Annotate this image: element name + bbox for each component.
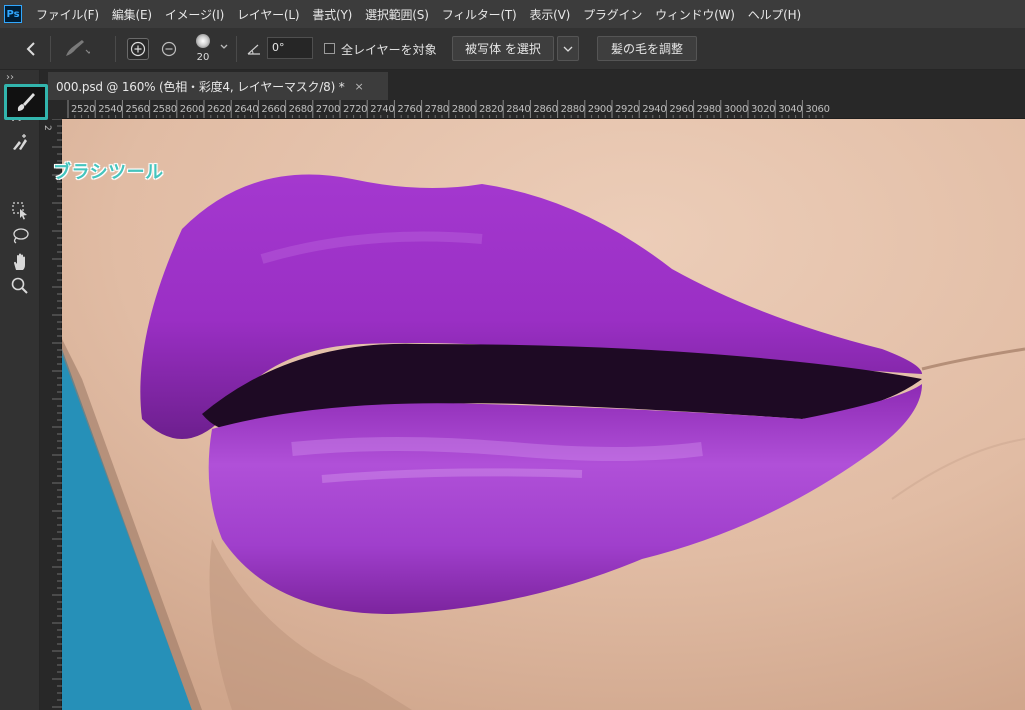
- ruler-tick-label: 2720: [343, 104, 368, 115]
- ruler-tick-label: 2800: [451, 104, 477, 115]
- vertical-ruler: 2: [40, 119, 62, 710]
- brush-icon: [17, 93, 35, 111]
- ruler-tick-label: 2620: [207, 104, 232, 115]
- horizontal-ruler: 2520 2540 2560 2580 2600 2620 2640 2660 2680 2700…: [62, 100, 1025, 119]
- ruler-tick-label: 2580: [152, 104, 178, 115]
- lips-photo: [62, 119, 1025, 710]
- menu-item-1[interactable]: 編集(E): [112, 6, 152, 23]
- ruler-tick-label: 2540: [98, 104, 123, 115]
- document-tab-title: 000.psd @ 160% (色相・彩度4, レイヤーマスク/8) *: [56, 79, 345, 94]
- brush-size-value: 20: [196, 52, 210, 63]
- tools-panel: ››: [0, 70, 40, 710]
- document-tab[interactable]: 000.psd @ 160% (色相・彩度4, レイヤーマスク/8) * ×: [48, 72, 388, 100]
- menu-item-8[interactable]: プラグイン: [583, 6, 642, 23]
- ruler-tick-label: 2700: [315, 104, 341, 115]
- ruler-tick-label: 2900: [587, 104, 613, 115]
- menu-item-10[interactable]: ヘルプ(H): [748, 6, 801, 23]
- photoshop-logo: Ps: [4, 5, 22, 23]
- ruler-tick-label: 2940: [642, 104, 667, 115]
- close-icon[interactable]: ×: [355, 80, 364, 93]
- lasso-icon[interactable]: [8, 224, 32, 248]
- menu-bar: Ps ファイル(F) 編集(E) イメージ(I) レイヤー(L) 書式(Y) 選択範囲(S…: [0, 0, 1025, 28]
- menu-item-3[interactable]: レイヤー(L): [237, 6, 299, 23]
- brush-size-picker[interactable]: 20: [190, 32, 216, 66]
- ruler-tick-label: 2600: [179, 104, 205, 115]
- menu-items: ファイル(F) 編集(E) イメージ(I) レイヤー(L) 書式(Y) 選択範囲(S) フィ…: [36, 6, 814, 23]
- circle-minus-icon: [161, 41, 177, 57]
- collapse-icon[interactable]: ››: [6, 72, 14, 83]
- ruler-tick-label: 2920: [615, 104, 640, 115]
- menu-item-7[interactable]: 表示(V): [530, 6, 571, 23]
- ruler-tick-label: 2980: [696, 104, 722, 115]
- zoom-icon[interactable]: [8, 274, 32, 298]
- ruler-tick-label: 3040: [778, 104, 803, 115]
- ruler-tick-label: 3020: [751, 104, 776, 115]
- menu-item-0[interactable]: ファイル(F): [36, 6, 99, 23]
- chevron-down-icon: [563, 46, 573, 52]
- ruler-tick-label: 2840: [506, 104, 531, 115]
- brush-tool-callout: ブラシツール: [53, 162, 164, 182]
- tool-preset-picker[interactable]: [60, 36, 106, 62]
- document-tab-bar: 000.psd @ 160% (色相・彩度4, レイヤーマスク/8) * ×: [40, 70, 1025, 100]
- ruler-tick-label: 2960: [669, 104, 694, 115]
- options-bar: 20 0° 全レイヤーを対象 被写体 を選択 髪の毛を調整: [0, 28, 1025, 70]
- angle-input[interactable]: 0°: [267, 37, 313, 59]
- brush-tip-preview: [196, 34, 210, 48]
- circle-plus-icon: [130, 41, 146, 57]
- ruler-tick-label: 3060: [805, 104, 830, 115]
- select-subject-button[interactable]: 被写体 を選択: [452, 36, 554, 61]
- quick-selection-add-icon[interactable]: [8, 130, 32, 154]
- all-layers-checkbox[interactable]: [324, 43, 335, 54]
- angle-icon: [246, 41, 262, 57]
- ruler-tick-label: 2780: [424, 104, 450, 115]
- select-subject-dropdown[interactable]: [557, 36, 579, 61]
- back-button[interactable]: [20, 38, 42, 60]
- hand-icon[interactable]: [8, 250, 32, 274]
- ruler-tick-label: 2560: [125, 104, 150, 115]
- object-selection-icon[interactable]: [8, 198, 32, 222]
- ruler-tick-label: 2680: [288, 104, 314, 115]
- ruler-tick-label: 3000: [723, 104, 749, 115]
- brush-preset-icon: [66, 40, 90, 56]
- menu-item-5[interactable]: 選択範囲(S): [365, 6, 429, 23]
- add-to-selection-button[interactable]: [127, 38, 149, 60]
- ruler-tick-label: 2760: [397, 104, 422, 115]
- refine-hair-button[interactable]: 髪の毛を調整: [597, 36, 697, 61]
- menu-item-4[interactable]: 書式(Y): [312, 6, 352, 23]
- all-layers-label: 全レイヤーを対象: [341, 43, 437, 57]
- ruler-tick-label: 2520: [71, 104, 96, 115]
- chevron-left-icon: [26, 42, 35, 56]
- ruler-tick-label: 2860: [533, 104, 558, 115]
- subtract-from-selection-button[interactable]: [158, 38, 180, 60]
- ruler-tick-label: 2640: [234, 104, 259, 115]
- ruler-tick-label: 2820: [479, 104, 504, 115]
- ruler-tick-label: 2660: [261, 104, 286, 115]
- ruler-tick-label: 2740: [370, 104, 395, 115]
- ruler-tick-label: 2880: [560, 104, 586, 115]
- document-canvas[interactable]: [62, 119, 1025, 710]
- menu-item-9[interactable]: ウィンドウ(W): [655, 6, 735, 23]
- brush-tool-button[interactable]: [4, 84, 48, 120]
- menu-item-2[interactable]: イメージ(I): [165, 6, 224, 23]
- chevron-down-icon[interactable]: [219, 42, 229, 55]
- menu-item-6[interactable]: フィルター(T): [442, 6, 517, 23]
